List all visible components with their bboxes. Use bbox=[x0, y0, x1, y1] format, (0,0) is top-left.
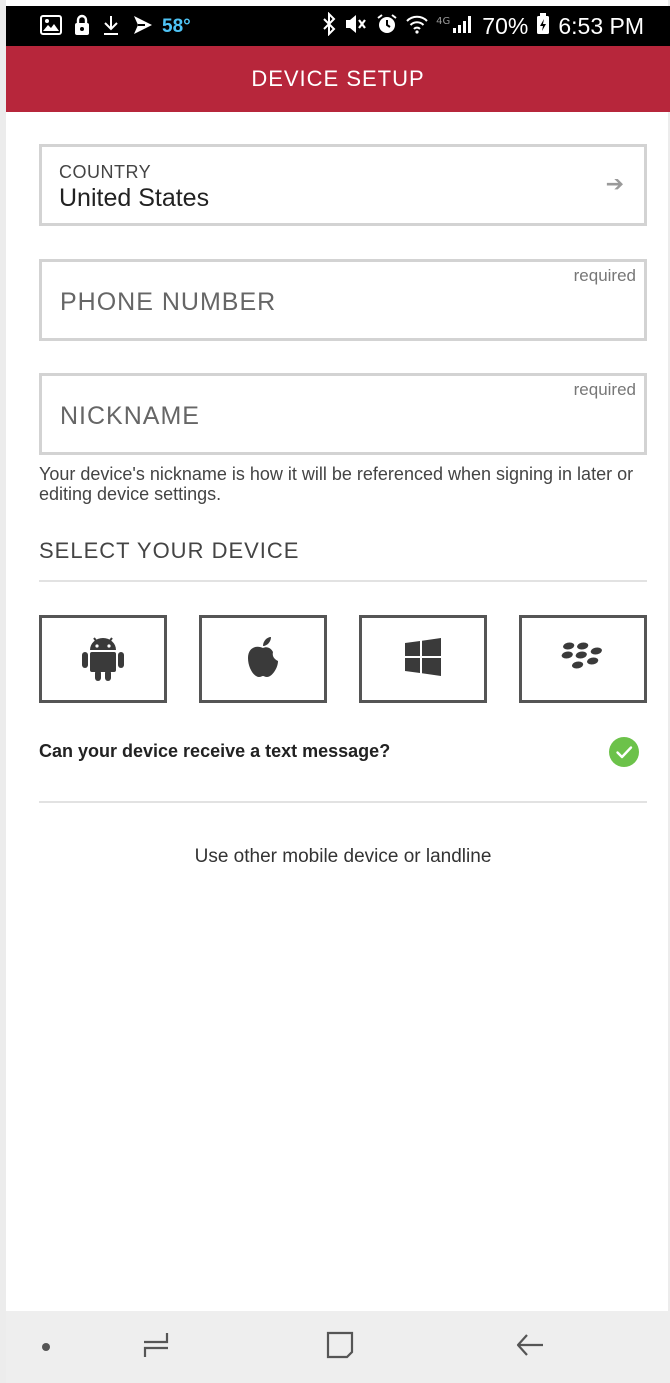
blackberry-device-button[interactable] bbox=[519, 615, 647, 703]
nickname-helper-text: Your device's nickname is how it will be… bbox=[39, 464, 634, 504]
page-title: DEVICE SETUP bbox=[251, 66, 425, 91]
wifi-icon bbox=[406, 13, 428, 40]
bluetooth-icon bbox=[322, 11, 336, 41]
signal-icon bbox=[452, 14, 474, 39]
other-device-link[interactable]: Use other mobile device or landline bbox=[39, 846, 647, 868]
nav-dot-indicator bbox=[26, 1311, 66, 1383]
divider bbox=[39, 580, 647, 582]
country-selector[interactable]: COUNTRY United States ➔ bbox=[39, 144, 647, 226]
network-type-text: 4G bbox=[436, 15, 451, 27]
battery-percent-text: 70% bbox=[482, 12, 529, 39]
blackberry-icon bbox=[561, 641, 605, 678]
country-label: COUNTRY bbox=[59, 162, 152, 182]
country-value: United States bbox=[59, 184, 210, 212]
gallery-icon bbox=[40, 14, 62, 40]
nickname-required-label: required bbox=[573, 380, 636, 399]
nickname-field[interactable]: required NICKNAME bbox=[39, 373, 647, 455]
apple-icon bbox=[245, 636, 281, 683]
phone-number-field[interactable]: required PHONE NUMBER bbox=[39, 259, 647, 341]
check-circle-icon[interactable] bbox=[609, 737, 639, 767]
screen-edge-left bbox=[0, 0, 6, 1383]
windows-icon bbox=[404, 637, 442, 681]
status-bar-left: 58° bbox=[40, 14, 191, 40]
status-bar-right: 4G 70% 6:53 PM bbox=[322, 11, 644, 41]
status-bar: 58° 4G 70% 6:53 PM bbox=[6, 6, 670, 46]
android-icon bbox=[81, 632, 125, 687]
mute-icon bbox=[344, 13, 368, 40]
recent-apps-button[interactable] bbox=[124, 1311, 188, 1383]
phone-number-placeholder: PHONE NUMBER bbox=[60, 288, 277, 316]
home-button[interactable] bbox=[308, 1311, 372, 1383]
clock-text: 6:53 PM bbox=[558, 12, 644, 39]
back-arrow-icon bbox=[515, 1330, 545, 1365]
windows-device-button[interactable] bbox=[359, 615, 487, 703]
lock-icon bbox=[74, 14, 90, 41]
android-device-button[interactable] bbox=[39, 615, 167, 703]
select-device-heading: SELECT YOUR DEVICE bbox=[39, 538, 300, 563]
battery-icon bbox=[536, 12, 550, 40]
divider bbox=[39, 801, 647, 803]
home-icon bbox=[325, 1330, 355, 1365]
back-button[interactable] bbox=[498, 1311, 562, 1383]
nickname-placeholder: NICKNAME bbox=[60, 402, 200, 430]
phone-required-label: required bbox=[573, 266, 636, 285]
system-navigation-bar bbox=[6, 1311, 670, 1383]
apple-device-button[interactable] bbox=[199, 615, 327, 703]
download-icon bbox=[102, 14, 120, 41]
alarm-icon bbox=[376, 13, 398, 40]
arrow-right-icon: ➔ bbox=[605, 172, 624, 197]
text-message-question: Can your device receive a text message? bbox=[39, 741, 391, 761]
send-icon bbox=[132, 14, 154, 41]
recent-apps-icon bbox=[141, 1330, 171, 1365]
app-bar: DEVICE SETUP bbox=[6, 46, 670, 112]
temperature-text: 58° bbox=[162, 16, 191, 37]
